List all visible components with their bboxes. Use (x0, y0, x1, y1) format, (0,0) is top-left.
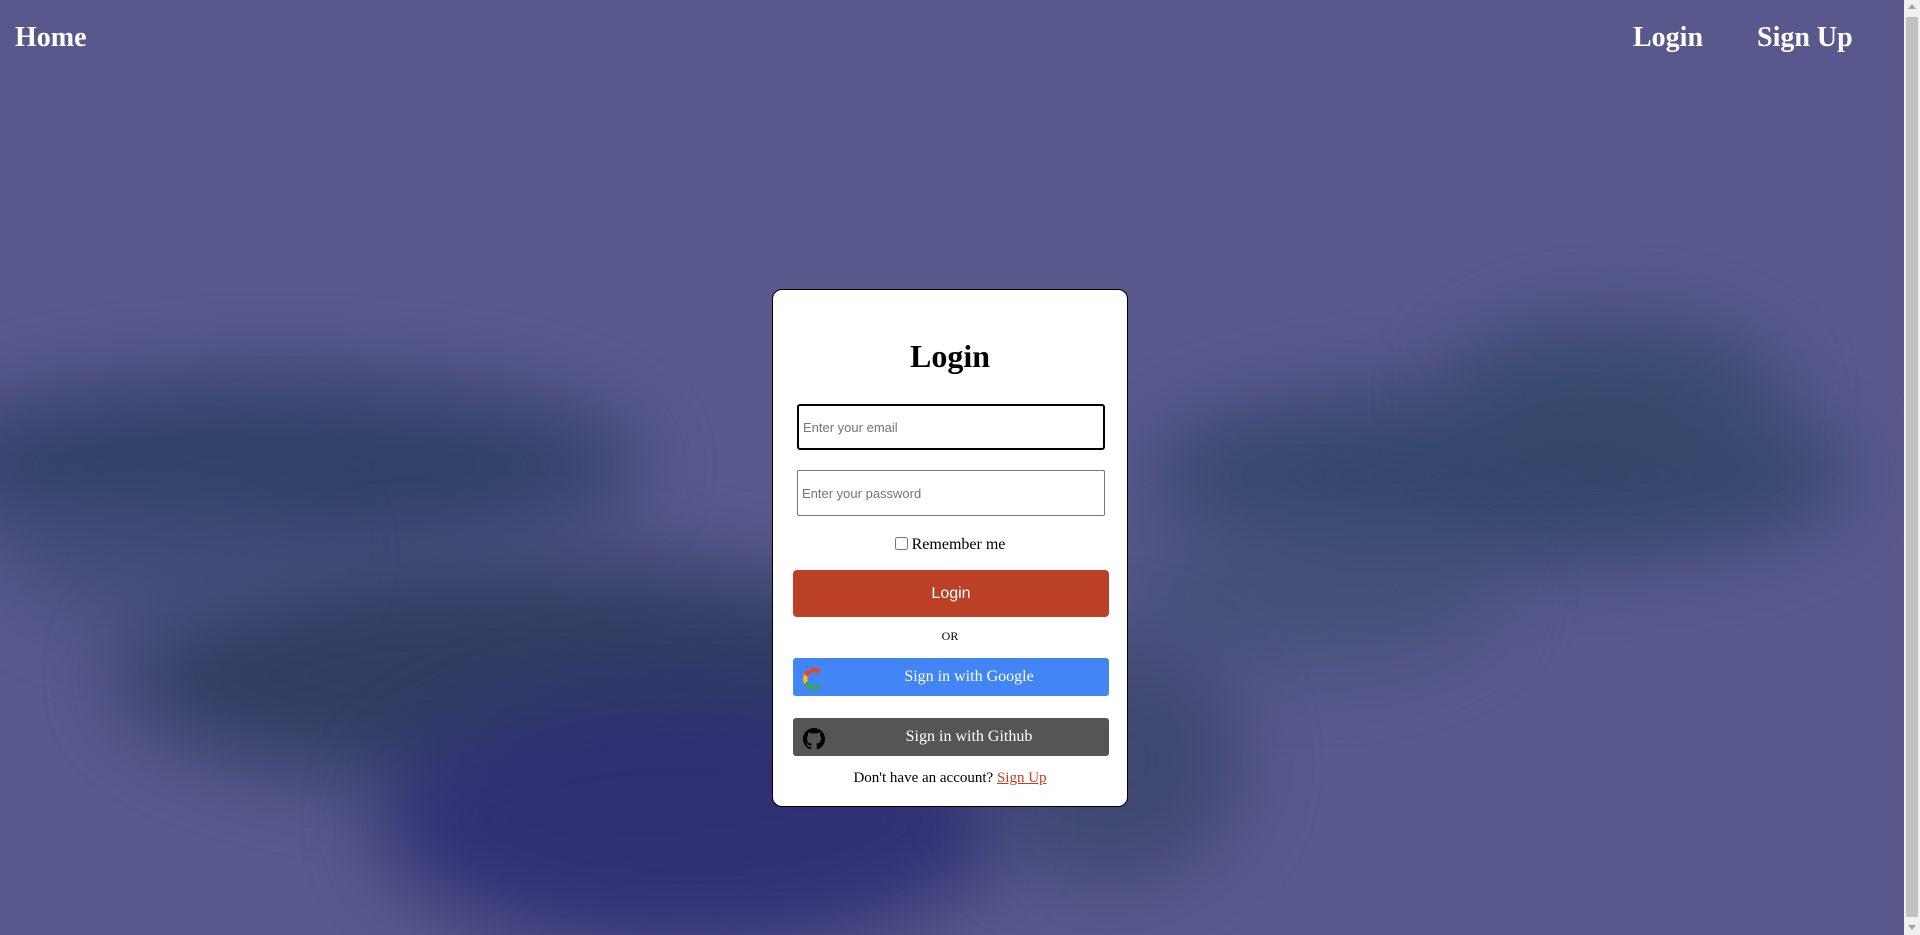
google-signin-button[interactable]: Sign in with Google (793, 658, 1109, 696)
signup-prompt-row: Don't have an account? Sign Up (773, 770, 1127, 787)
login-card: Login Remember me Login OR Sign in with … (772, 289, 1128, 807)
password-field[interactable] (797, 470, 1105, 516)
nav-home-link[interactable]: Home (15, 22, 87, 54)
page: Home Login Sign Up Login Remember me Log… (0, 0, 1920, 935)
github-signin-button[interactable]: Sign in with Github (793, 718, 1109, 756)
email-field[interactable] (797, 404, 1105, 450)
remember-me-checkbox[interactable] (894, 537, 908, 550)
github-signin-label: Sign in with Github (905, 728, 1033, 745)
scroll-up-arrow-icon[interactable] (1908, 4, 1916, 9)
nav-signup-link[interactable]: Sign Up (1757, 22, 1853, 54)
nav-login-link[interactable]: Login (1633, 22, 1703, 54)
login-button[interactable]: Login (793, 570, 1109, 617)
signup-prompt-text: Don't have an account? (853, 770, 994, 786)
navbar: Home Login Sign Up (0, 0, 1904, 80)
github-icon (803, 728, 825, 750)
background-blur-shape (0, 480, 320, 630)
scrollbar-thumb[interactable] (1906, 17, 1918, 917)
or-divider-text: OR (941, 629, 959, 643)
google-icon (803, 668, 825, 690)
login-title: Login (909, 338, 991, 374)
remember-me-row: Remember me (773, 536, 1127, 554)
remember-me-label: Remember me (911, 536, 1006, 553)
vertical-scrollbar[interactable] (1904, 0, 1920, 935)
background-blur-shape (1120, 520, 1500, 670)
background-blur-shape (1450, 320, 1780, 470)
google-signin-label: Sign in with Google (904, 668, 1034, 685)
signup-link[interactable]: Sign Up (997, 770, 1047, 786)
scroll-down-arrow-icon[interactable] (1908, 925, 1916, 930)
